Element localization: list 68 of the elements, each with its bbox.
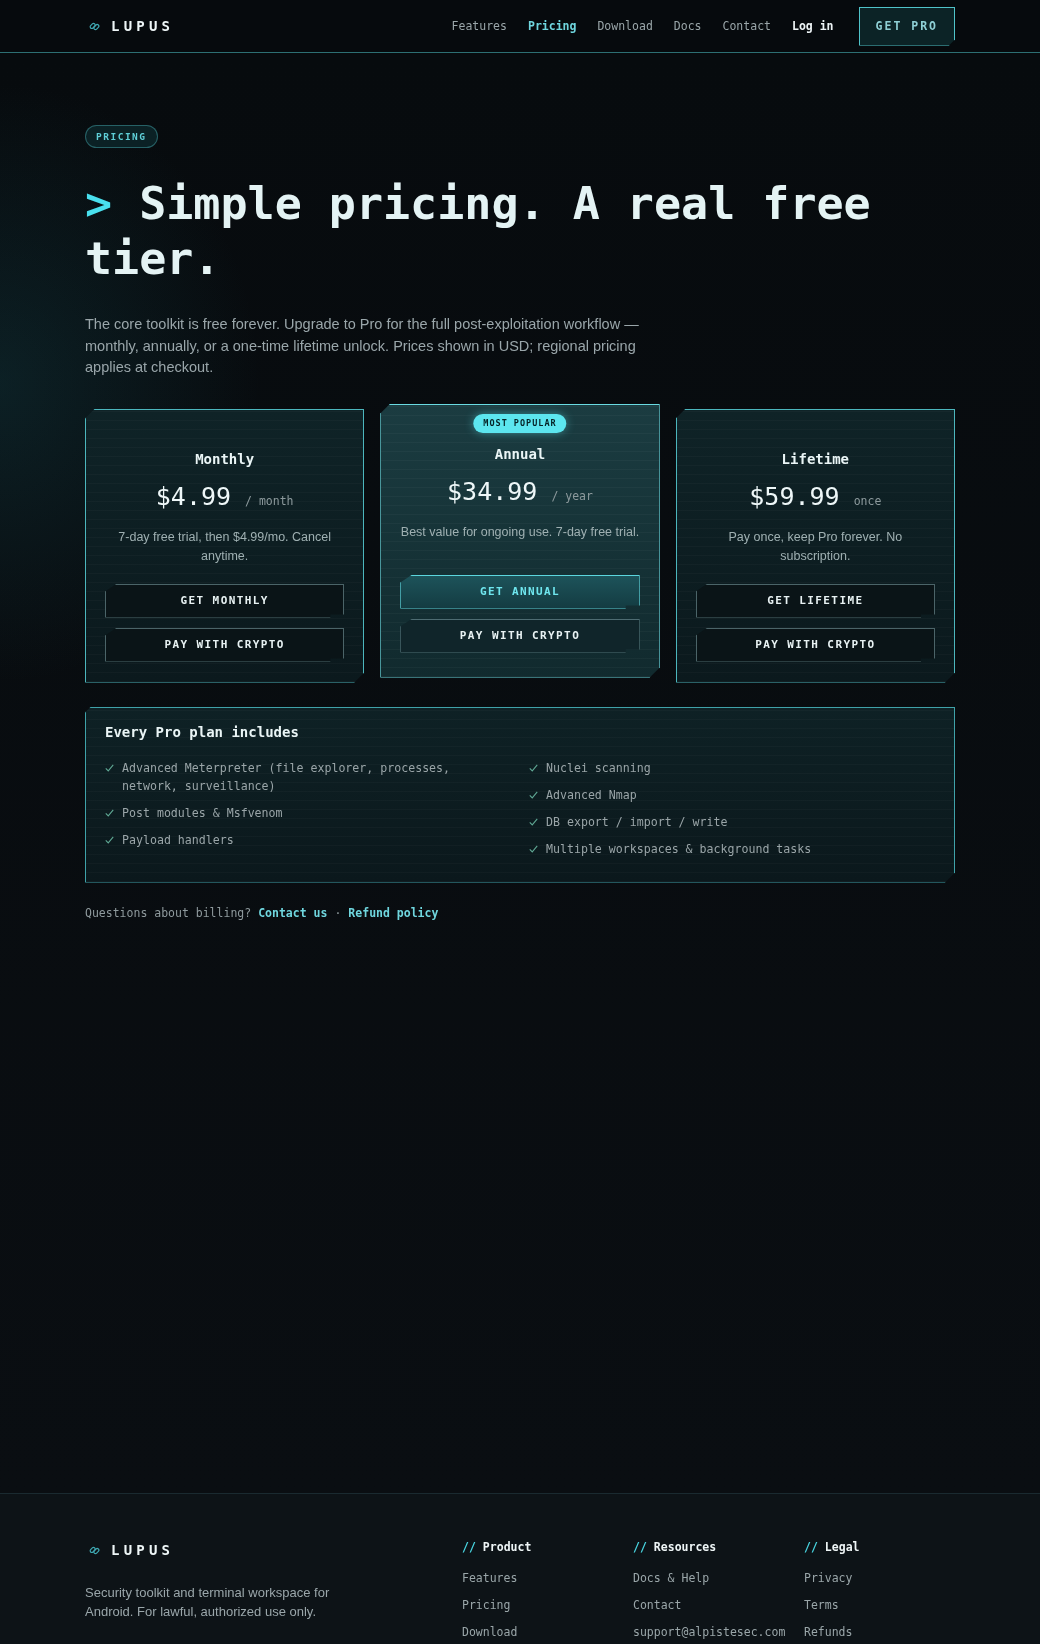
column-heading: Legal — [824, 1539, 860, 1555]
nav-link[interactable]: Docs — [673, 19, 702, 33]
footer-link[interactable]: Features — [462, 1571, 518, 1585]
footer-link[interactable]: Pricing — [462, 1598, 511, 1612]
checkout-button[interactable]: GET MONTHLY — [105, 583, 345, 618]
check-icon — [105, 763, 114, 772]
intro-text: The core toolkit is free forever. Upgrade to Pro for the full post-exploitation workflow — monthly, annually, or a one-time lifetime unlock. Prices shown in USD; regional pricing applies at checkout. — [85, 315, 640, 377]
separator-dot: · — [334, 904, 342, 922]
price-period: once — [853, 493, 882, 508]
brand-name: LUPUS — [111, 18, 175, 34]
footer-tagline: Security toolkit and terminal workspace for Android. For lawful, authorized use only. — [85, 1584, 331, 1621]
feature-text: Nuclei scanning — [546, 759, 651, 777]
check-icon — [529, 763, 538, 772]
popular-badge: MOST POPULAR — [473, 413, 567, 433]
footer-link[interactable]: Docs & Help — [633, 1571, 710, 1585]
crypto-button[interactable]: PAY WITH CRYPTO — [400, 618, 640, 653]
plan-name: Monthly — [195, 449, 255, 469]
footer-link[interactable]: support@alpistesec.com — [633, 1625, 786, 1639]
nav-link[interactable]: Download — [597, 19, 653, 33]
feature-text: Multiple workspaces & background tasks — [546, 840, 812, 858]
plan-name: Lifetime — [781, 449, 850, 469]
link-icon — [89, 20, 100, 32]
checkout-button[interactable]: GET LIFETIME — [695, 583, 935, 618]
features-title: Every Pro plan includes — [105, 722, 300, 742]
feature-text: Post modules & Msfvenom — [122, 804, 283, 822]
billing-question: Questions about billing? — [85, 904, 252, 922]
feature-text: Advanced Meterpreter (file explorer, processes, network, surveillance) — [122, 759, 452, 795]
crypto-button[interactable]: PAY WITH CRYPTO — [105, 627, 345, 662]
billing-link[interactable]: Refund policy — [348, 903, 439, 922]
check-icon — [529, 844, 538, 853]
price-period: / year — [551, 488, 593, 503]
footer-link[interactable]: Refunds — [804, 1625, 853, 1639]
feature-text: Advanced Nmap — [546, 786, 637, 804]
nav-link[interactable]: Features — [451, 19, 507, 33]
column-heading: Product — [482, 1539, 532, 1555]
nav-link[interactable]: Pricing — [527, 19, 577, 33]
slash-mark: // — [804, 1539, 818, 1555]
check-icon — [529, 817, 538, 826]
plan-name: Annual — [494, 444, 546, 464]
footer-link[interactable]: Terms — [804, 1598, 839, 1612]
billing-link[interactable]: Contact us — [258, 903, 328, 922]
login-link[interactable]: Log in — [792, 19, 834, 33]
get-pro-button[interactable]: GET PRO — [858, 6, 955, 46]
price-period: / month — [245, 493, 294, 508]
plan-description: 7-day free trial, then $4.99/mo. Cancel anytime. — [117, 528, 332, 565]
footer-link[interactable]: Privacy — [804, 1571, 853, 1585]
plan-price: $34.99 — [447, 475, 538, 508]
feature-text: Payload handlers — [122, 831, 234, 849]
nav-link[interactable]: Contact — [722, 19, 771, 33]
slash-mark: // — [633, 1539, 647, 1555]
page-heading: > Simple pricing. A real free tier. — [85, 176, 872, 286]
check-icon — [105, 835, 114, 844]
plan-price: $4.99 — [155, 480, 232, 513]
slash-mark: // — [462, 1539, 476, 1555]
plan-description: Pay once, keep Pro forever. No subscription. — [727, 528, 904, 565]
column-heading: Resources — [653, 1539, 717, 1555]
brand-name: LUPUS — [111, 1542, 175, 1558]
crypto-button[interactable]: PAY WITH CRYPTO — [695, 627, 935, 662]
section-badge: PRICING — [85, 125, 158, 148]
check-icon — [105, 808, 114, 817]
checkout-button[interactable]: GET ANNUAL — [400, 574, 640, 609]
footer-link[interactable]: Contact — [633, 1598, 682, 1612]
check-icon — [529, 790, 538, 799]
link-icon — [89, 1544, 100, 1556]
plan-description: Best value for ongoing use. 7-day free trial. — [400, 523, 640, 541]
feature-text: DB export / import / write — [546, 813, 728, 831]
plan-price: $59.99 — [749, 480, 840, 513]
footer-link[interactable]: Download — [462, 1625, 518, 1639]
